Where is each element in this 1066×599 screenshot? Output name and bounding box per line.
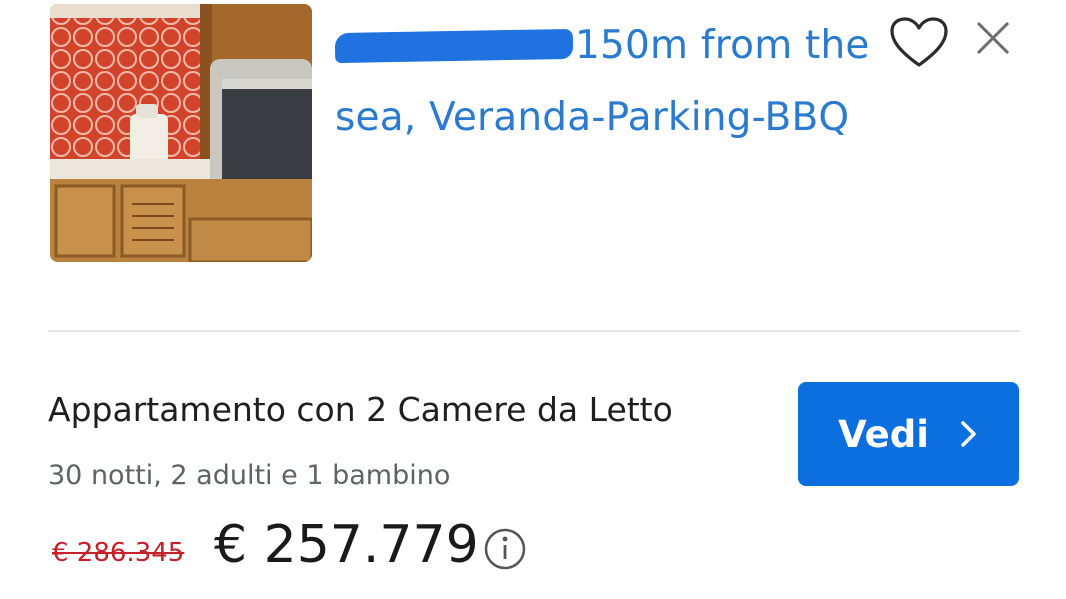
listing-title[interactable]: 150m from the sea, Veranda-Parking-BBQ — [334, 10, 895, 154]
view-button-label: Vedi — [838, 412, 929, 456]
favorite-button[interactable] — [888, 16, 950, 70]
listing-title-link[interactable]: 150m from the sea, Veranda-Parking-BBQ — [334, 10, 895, 154]
stay-details: 30 notti, 2 adulti e 1 bambino — [48, 460, 451, 491]
redacted-text — [334, 28, 574, 64]
close-button[interactable] — [972, 17, 1014, 59]
section-divider — [48, 330, 1020, 332]
info-icon — [484, 528, 526, 570]
price-info-button[interactable] — [482, 526, 528, 572]
chevron-right-icon — [961, 421, 976, 447]
listing-photo[interactable] — [50, 4, 312, 262]
kitchen-photo-image — [50, 4, 312, 262]
view-button[interactable]: Vedi — [798, 382, 1019, 486]
close-icon — [976, 21, 1010, 55]
room-type: Appartamento con 2 Camere da Letto — [48, 390, 673, 429]
heart-outline-icon — [890, 17, 948, 67]
original-price: € 286.345 — [52, 538, 185, 568]
listing-card: 150m from the sea, Veranda-Parking-BBQ A… — [0, 0, 1066, 599]
current-price: € 257.779 — [214, 515, 479, 575]
